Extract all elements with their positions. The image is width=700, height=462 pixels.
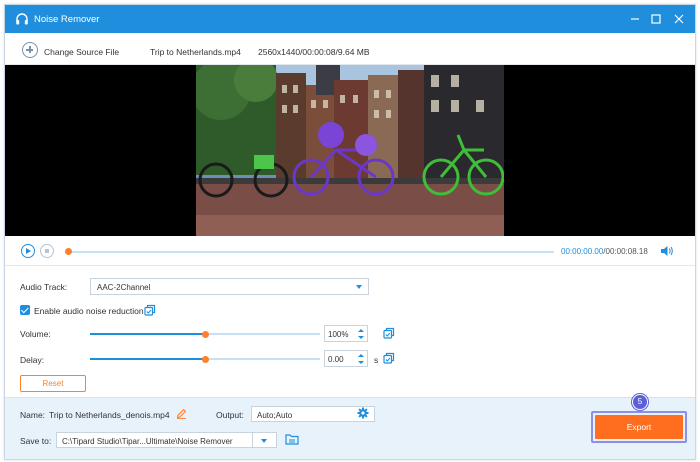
chevron-down-icon bbox=[356, 285, 362, 289]
volume-slider-fill bbox=[90, 333, 205, 335]
toolbar: Change Source File Trip to Netherlands.m… bbox=[5, 33, 695, 65]
folder-icon[interactable] bbox=[285, 433, 299, 445]
delay-slider-knob[interactable] bbox=[201, 355, 209, 363]
minimize-button[interactable] bbox=[627, 11, 643, 27]
audio-settings-panel: Audio Track: AAC-2Channel Enable audio n… bbox=[5, 267, 695, 397]
copy-icon[interactable] bbox=[383, 352, 395, 364]
total-time: 00:00:08.18 bbox=[605, 247, 648, 256]
delay-unit: s bbox=[374, 355, 379, 365]
output-panel: Name: Trip to Netherlands_denois.mp4 Out… bbox=[5, 394, 695, 459]
close-icon bbox=[674, 14, 684, 24]
delay-slider-fill bbox=[90, 358, 205, 360]
play-button[interactable] bbox=[21, 244, 35, 258]
copy-icon[interactable] bbox=[144, 304, 156, 316]
window-title: Noise Remover bbox=[34, 14, 100, 25]
volume-decrease-button[interactable] bbox=[358, 335, 364, 339]
video-preview-frame bbox=[196, 65, 504, 236]
export-highlight: Export bbox=[591, 411, 687, 443]
close-button[interactable] bbox=[671, 11, 687, 27]
video-preview-area bbox=[5, 65, 695, 236]
noise-reduction-label[interactable]: Enable audio noise reduction bbox=[34, 306, 144, 316]
delay-label: Delay: bbox=[20, 355, 45, 365]
save-path-dropdown-button[interactable] bbox=[253, 432, 277, 448]
maximize-button[interactable] bbox=[648, 11, 664, 27]
noise-reduction-checkbox[interactable] bbox=[20, 305, 30, 315]
time-display: 00:00:00.00/00:00:08.18 bbox=[561, 247, 648, 256]
step-badge: 5 bbox=[632, 394, 648, 410]
maximize-icon bbox=[651, 14, 661, 24]
audio-track-select[interactable]: AAC-2Channel bbox=[90, 278, 369, 295]
audio-track-label: Audio Track: bbox=[20, 282, 68, 292]
output-file-name[interactable]: Trip to Netherlands_denois.mp4 bbox=[49, 410, 170, 420]
minimize-icon bbox=[631, 18, 639, 20]
delay-input[interactable] bbox=[328, 353, 356, 365]
playback-bar: 00:00:00.00/00:00:08.18 bbox=[5, 236, 695, 266]
noise-remover-window: Noise Remover Change Source File Trip to… bbox=[4, 4, 696, 460]
save-path-value: C:\Tipard Studio\Tipar...Ultimate\Noise … bbox=[62, 436, 233, 446]
reset-button[interactable]: Reset bbox=[20, 375, 86, 392]
title-bar: Noise Remover bbox=[5, 5, 695, 33]
volume-increase-button[interactable] bbox=[358, 328, 364, 332]
stop-button[interactable] bbox=[40, 244, 54, 258]
volume-input[interactable] bbox=[328, 328, 356, 340]
source-file-name: Trip to Netherlands.mp4 bbox=[150, 47, 241, 57]
plus-circle-icon[interactable] bbox=[22, 42, 38, 58]
pencil-icon[interactable] bbox=[176, 408, 187, 419]
audio-track-value: AAC-2Channel bbox=[97, 282, 151, 292]
delay-increase-button[interactable] bbox=[358, 353, 364, 357]
gear-icon[interactable] bbox=[357, 407, 369, 419]
copy-icon[interactable] bbox=[383, 327, 395, 339]
source-file-info: 2560x1440/00:00:08/9.64 MB bbox=[258, 47, 370, 57]
volume-stepper[interactable] bbox=[324, 325, 368, 342]
save-to-label: Save to: bbox=[20, 436, 52, 446]
volume-slider-knob[interactable] bbox=[201, 330, 209, 338]
output-label: Output: bbox=[216, 410, 244, 420]
delay-decrease-button[interactable] bbox=[358, 360, 364, 364]
headphones-icon bbox=[16, 13, 28, 25]
name-label: Name: bbox=[20, 410, 46, 420]
speaker-icon[interactable] bbox=[660, 245, 674, 257]
change-source-file-button[interactable]: Change Source File bbox=[44, 47, 119, 57]
output-format-value: Auto;Auto bbox=[257, 410, 293, 420]
progress-knob[interactable] bbox=[65, 248, 72, 255]
progress-track[interactable] bbox=[67, 250, 554, 253]
export-button[interactable]: Export bbox=[595, 415, 683, 439]
delay-stepper[interactable] bbox=[324, 350, 368, 367]
save-path-field[interactable]: C:\Tipard Studio\Tipar...Ultimate\Noise … bbox=[56, 432, 253, 448]
volume-label: Volume: bbox=[20, 329, 51, 339]
current-time: 00:00:00.00 bbox=[561, 247, 604, 256]
